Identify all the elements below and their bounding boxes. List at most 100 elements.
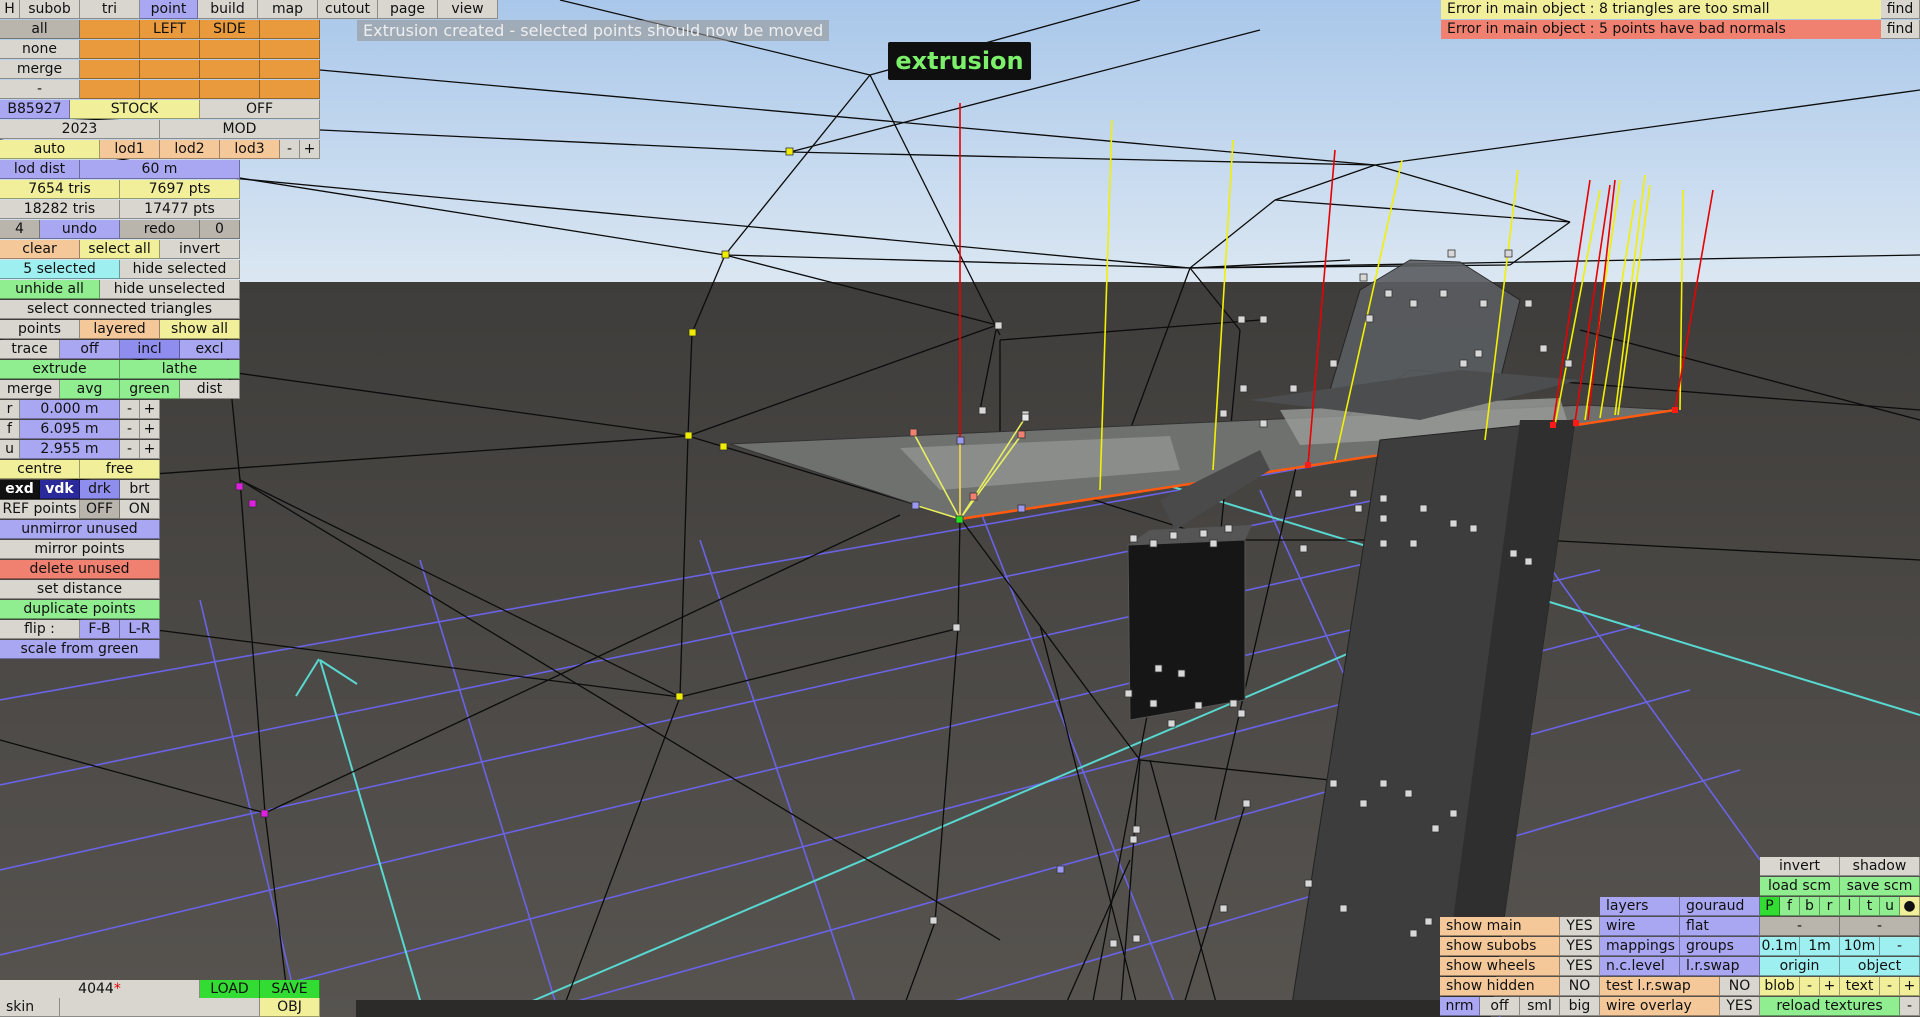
lod2-button[interactable]: lod2 xyxy=(160,140,220,159)
show-main-toggle[interactable]: YES xyxy=(1560,917,1600,936)
text-plus-button[interactable]: + xyxy=(1900,977,1920,996)
obj-button[interactable]: OBJ xyxy=(260,998,320,1017)
nc-level-button[interactable]: n.c.level xyxy=(1600,957,1680,976)
find-button[interactable]: find xyxy=(1881,0,1920,19)
show-wheels-toggle[interactable]: YES xyxy=(1560,957,1600,976)
show-hidden-toggle[interactable]: NO xyxy=(1560,977,1600,996)
lod-minus-button[interactable]: - xyxy=(280,140,300,159)
nrm-button[interactable]: nrm xyxy=(1440,997,1480,1016)
shadow-button[interactable]: shadow xyxy=(1840,857,1920,876)
left-button[interactable]: LEFT xyxy=(140,20,200,39)
text-minus-button[interactable]: - xyxy=(1880,977,1900,996)
wire-button[interactable]: wire xyxy=(1600,917,1680,936)
unmirror-unused-button[interactable]: unmirror unused xyxy=(0,520,160,539)
groups-button[interactable]: groups xyxy=(1680,937,1760,956)
reload-textures-button[interactable]: reload textures xyxy=(1760,997,1900,1016)
drk-button[interactable]: drk xyxy=(80,480,120,499)
find-button[interactable]: find xyxy=(1881,20,1920,39)
free-button[interactable]: free xyxy=(80,460,160,479)
off-button[interactable]: off xyxy=(1480,997,1520,1016)
counter-field[interactable]: 4044* xyxy=(0,980,200,999)
menu-help[interactable]: H xyxy=(0,0,20,19)
lod-plus-button[interactable]: + xyxy=(300,140,320,159)
year-field[interactable]: 2023 xyxy=(0,120,160,139)
skin-field[interactable] xyxy=(60,998,260,1017)
toggle-l[interactable]: l xyxy=(1840,897,1860,916)
dash-button[interactable]: - xyxy=(1760,917,1840,936)
orange-slot[interactable] xyxy=(260,60,320,79)
scale-01m-button[interactable]: 0.1m xyxy=(1760,937,1800,956)
wire-overlay-toggle[interactable]: YES xyxy=(1720,997,1760,1016)
load-button[interactable]: LOAD xyxy=(200,980,260,999)
object-button[interactable]: object xyxy=(1840,957,1920,976)
r-plus-button[interactable]: + xyxy=(140,400,160,419)
orange-slot[interactable] xyxy=(140,60,200,79)
big-button[interactable]: big xyxy=(1560,997,1600,1016)
lod-auto[interactable]: auto xyxy=(0,140,100,159)
menu-cutout[interactable]: cutout xyxy=(318,0,378,19)
unhide-all-button[interactable]: unhide all xyxy=(0,280,100,299)
f-value[interactable]: 6.095 m xyxy=(20,420,120,439)
orange-slot[interactable] xyxy=(260,40,320,59)
side-button[interactable]: SIDE xyxy=(200,20,260,39)
orange-slot[interactable] xyxy=(200,40,260,59)
model-code[interactable]: B85927 xyxy=(0,100,70,119)
menu-page[interactable]: page xyxy=(378,0,438,19)
mappings-button[interactable]: mappings xyxy=(1600,937,1680,956)
reload-minus-button[interactable]: - xyxy=(1900,997,1920,1016)
flip-lr-button[interactable]: L-R xyxy=(120,620,160,639)
dash-button[interactable]: - xyxy=(0,80,80,99)
toggle-t[interactable]: t xyxy=(1860,897,1880,916)
orange-slot[interactable] xyxy=(260,80,320,99)
r-value[interactable]: 0.000 m xyxy=(20,400,120,419)
r-minus-button[interactable]: - xyxy=(120,400,140,419)
clear-button[interactable]: clear xyxy=(0,240,80,259)
trace-incl-button[interactable]: incl xyxy=(120,340,180,359)
ref-off-button[interactable]: OFF xyxy=(80,500,120,519)
menu-map[interactable]: map xyxy=(258,0,318,19)
extrude-button[interactable]: extrude xyxy=(0,360,120,379)
menu-view[interactable]: view xyxy=(438,0,498,19)
blob-plus-button[interactable]: + xyxy=(1820,977,1840,996)
merge-dist-button[interactable]: dist xyxy=(180,380,240,399)
scale-minus-button[interactable]: - xyxy=(1880,937,1920,956)
toggle-u[interactable]: u xyxy=(1880,897,1900,916)
test-lr-swap-toggle[interactable]: NO xyxy=(1720,977,1760,996)
off-button[interactable]: OFF xyxy=(200,100,320,119)
brt-button[interactable]: brt xyxy=(120,480,160,499)
redo-button[interactable]: redo xyxy=(120,220,200,239)
gouraud-button[interactable]: gouraud xyxy=(1680,897,1760,916)
scale-1m-button[interactable]: 1m xyxy=(1800,937,1840,956)
flip-fb-button[interactable]: F-B xyxy=(80,620,120,639)
f-plus-button[interactable]: + xyxy=(140,420,160,439)
toggle-r[interactable]: r xyxy=(1820,897,1840,916)
toggle-p[interactable]: P xyxy=(1760,897,1780,916)
select-all-mode[interactable]: all xyxy=(0,20,80,39)
scale-from-green-button[interactable]: scale from green xyxy=(0,640,160,659)
select-connected-button[interactable]: select connected triangles xyxy=(0,300,240,319)
save-button[interactable]: SAVE xyxy=(260,980,320,999)
blob-minus-button[interactable]: - xyxy=(1800,977,1820,996)
dash-button[interactable]: - xyxy=(1840,917,1920,936)
orange-slot[interactable] xyxy=(200,80,260,99)
mod-button[interactable]: MOD xyxy=(160,120,320,139)
menu-build[interactable]: build xyxy=(198,0,258,19)
orange-slot[interactable] xyxy=(140,80,200,99)
lr-swap-button[interactable]: l.r.swap xyxy=(1680,957,1760,976)
u-minus-button[interactable]: - xyxy=(120,440,140,459)
stock-button[interactable]: STOCK xyxy=(70,100,200,119)
trace-excl-button[interactable]: excl xyxy=(180,340,240,359)
menu-subob[interactable]: subob xyxy=(20,0,80,19)
orange-slot[interactable] xyxy=(200,60,260,79)
dot-icon[interactable]: ● xyxy=(1900,897,1920,916)
flat-button[interactable]: flat xyxy=(1680,917,1760,936)
invert-button[interactable]: invert xyxy=(1760,857,1840,876)
merge-avg-button[interactable]: avg xyxy=(60,380,120,399)
layered-button[interactable]: layered xyxy=(80,320,160,339)
merge-green-button[interactable]: green xyxy=(120,380,180,399)
none-button[interactable]: none xyxy=(0,40,80,59)
lathe-button[interactable]: lathe xyxy=(120,360,240,379)
undo-button[interactable]: undo xyxy=(40,220,120,239)
u-plus-button[interactable]: + xyxy=(140,440,160,459)
trace-off-button[interactable]: off xyxy=(60,340,120,359)
